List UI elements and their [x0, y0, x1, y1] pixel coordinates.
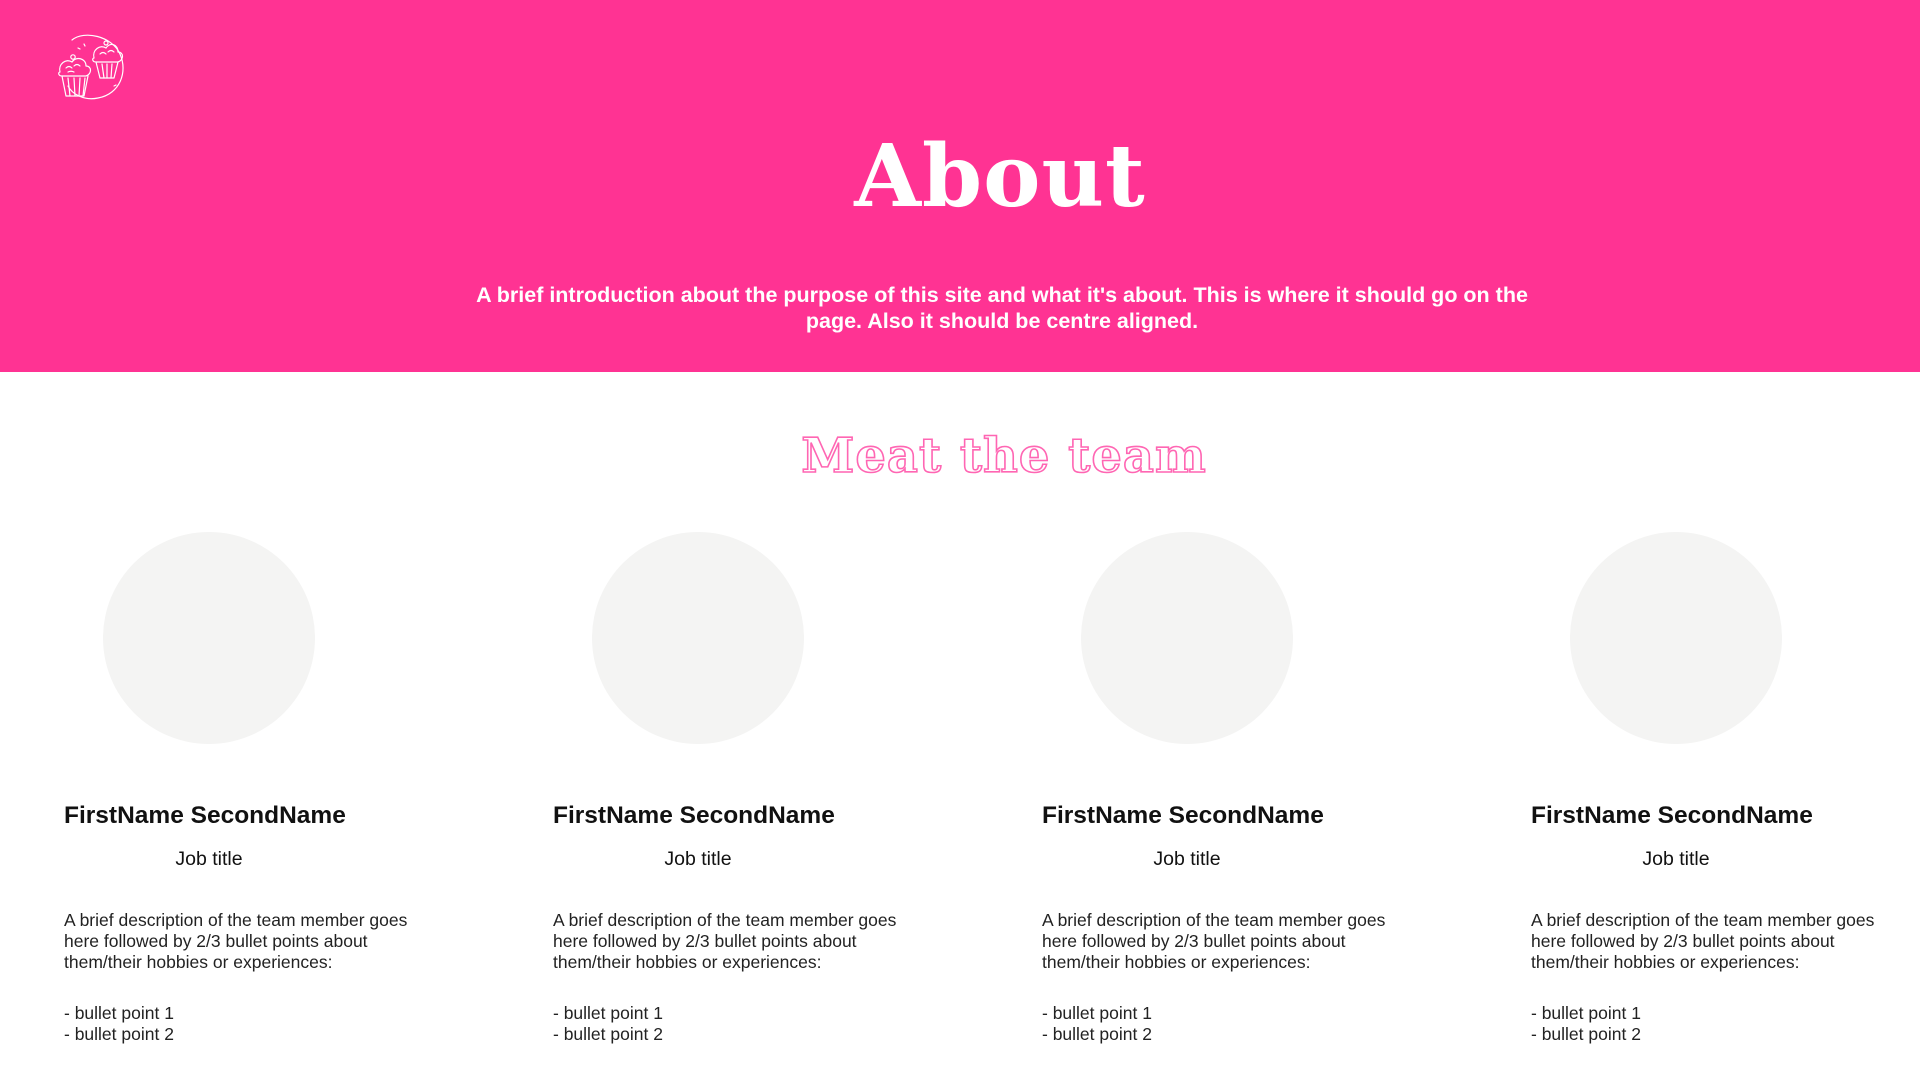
member-name: FirstName SecondName — [1531, 802, 1813, 829]
member-description: A brief description of the team member g… — [1042, 910, 1386, 972]
member-job-title: Job title — [664, 848, 732, 870]
page-title: About — [854, 126, 1146, 227]
bullet-point: - bullet point 2 — [1042, 1024, 1152, 1044]
member-job-title: Job title — [1153, 848, 1221, 870]
member-description: A brief description of the team member g… — [64, 910, 408, 972]
member-bullet-list: - bullet point 1 - bullet point 2 — [1042, 1003, 1152, 1045]
bullet-point: - bullet point 2 — [553, 1024, 663, 1044]
cupcakes-logo-icon[interactable] — [54, 32, 128, 102]
team-member-card: FirstName SecondName Job title A brief d… — [553, 530, 953, 1050]
intro-text: A brief introduction about the purpose o… — [476, 283, 1528, 333]
member-job-title: Job title — [1642, 848, 1710, 870]
member-description: A brief description of the team member g… — [1531, 910, 1875, 972]
member-name: FirstName SecondName — [1042, 802, 1324, 829]
member-description: A brief description of the team member g… — [553, 910, 897, 972]
avatar — [103, 532, 315, 744]
member-bullet-list: - bullet point 1 - bullet point 2 — [1531, 1003, 1641, 1045]
team-member-card: FirstName SecondName Job title A brief d… — [64, 530, 464, 1050]
avatar — [1570, 532, 1782, 744]
team-member-card: FirstName SecondName Job title A brief d… — [1042, 530, 1442, 1050]
bullet-point: - bullet point 1 — [64, 1003, 174, 1023]
member-name: FirstName SecondName — [553, 802, 835, 829]
member-job-title: Job title — [175, 848, 243, 870]
member-name: FirstName SecondName — [64, 802, 346, 829]
team-member-card: FirstName SecondName Job title A brief d… — [1531, 530, 1920, 1050]
member-bullet-list: - bullet point 1 - bullet point 2 — [64, 1003, 174, 1045]
avatar — [592, 532, 804, 744]
bullet-point: - bullet point 1 — [553, 1003, 663, 1023]
hero-banner: About A brief introduction about the pur… — [0, 0, 1920, 372]
bullet-point: - bullet point 2 — [1531, 1024, 1641, 1044]
bullet-point: - bullet point 1 — [1531, 1003, 1641, 1023]
avatar — [1081, 532, 1293, 744]
member-bullet-list: - bullet point 1 - bullet point 2 — [553, 1003, 663, 1045]
team-heading: Meat the team — [800, 427, 1207, 485]
bullet-point: - bullet point 2 — [64, 1024, 174, 1044]
bullet-point: - bullet point 1 — [1042, 1003, 1152, 1023]
